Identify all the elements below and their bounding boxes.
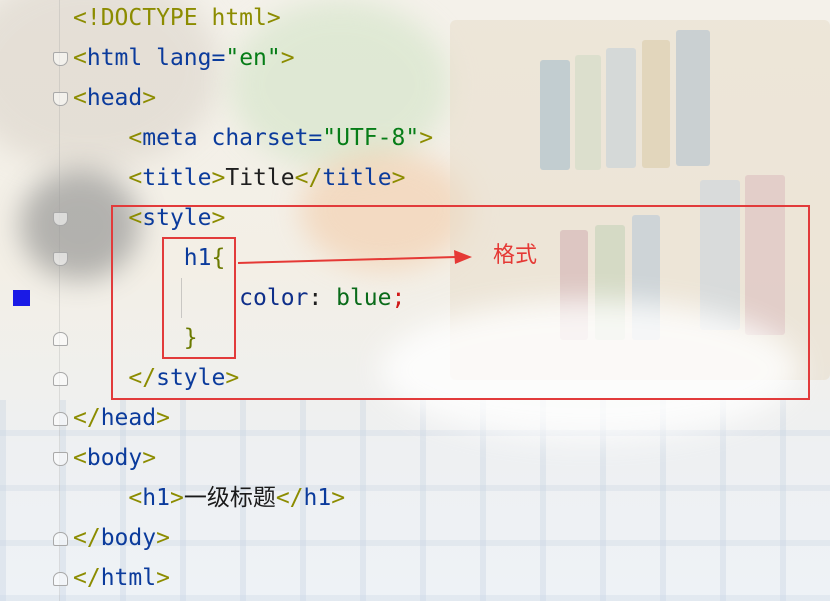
annotation-label: 格式 — [493, 243, 538, 268]
annotation-arrow — [237, 250, 472, 264]
